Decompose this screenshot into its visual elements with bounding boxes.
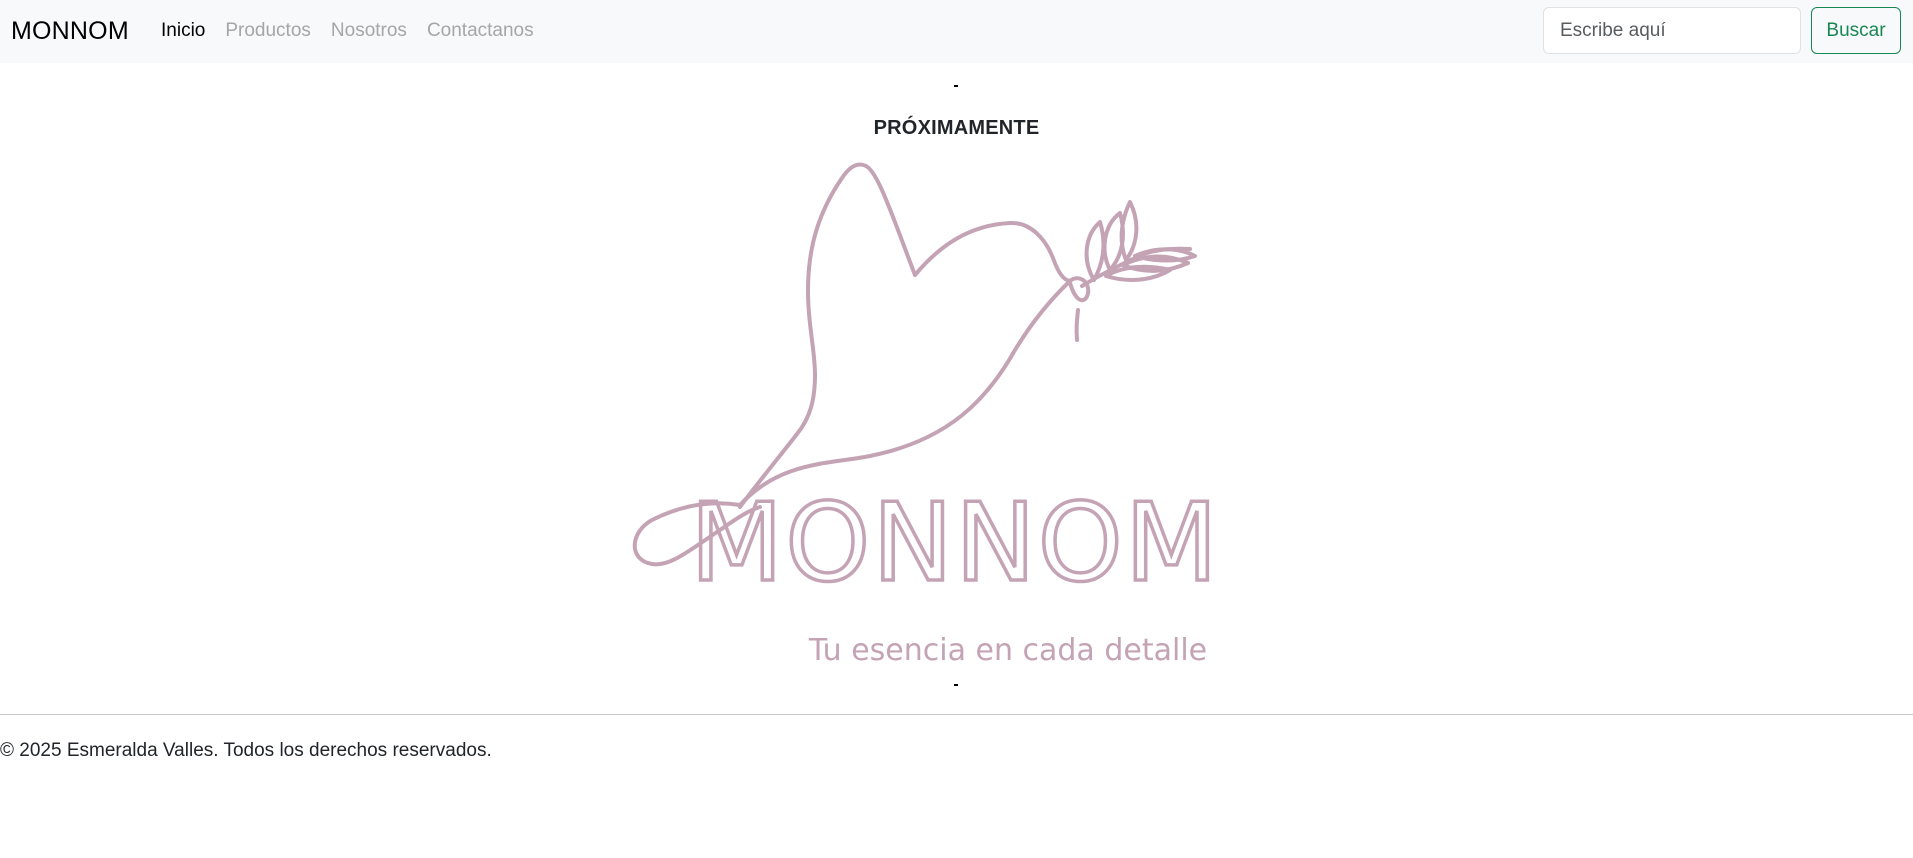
nav-link-nosotros[interactable]: Nosotros: [331, 18, 407, 44]
divider-dot: [954, 85, 958, 87]
dove-with-olive-branch-icon: MONNOM Tu esencia en cada detalle: [632, 162, 1220, 668]
brand-logo: MONNOM Tu esencia en cada detalle: [630, 150, 1280, 670]
nav-link-inicio[interactable]: Inicio: [161, 18, 205, 44]
page-heading: PRÓXIMAMENTE: [873, 117, 1040, 139]
footer-copyright: © 2025 Esmeralda Valles. Todos los derec…: [0, 740, 492, 761]
footer-divider: [0, 714, 1913, 715]
divider-dot: [954, 684, 958, 686]
brand-link[interactable]: MONNOM: [11, 14, 129, 48]
nav-link-productos[interactable]: Productos: [225, 18, 311, 44]
search-button[interactable]: Buscar: [1811, 7, 1901, 54]
logo-wordmark: MONNOM: [690, 481, 1220, 606]
nav-links: Inicio Productos Nosotros Contactanos: [161, 18, 554, 44]
search-input[interactable]: [1543, 7, 1801, 54]
navbar: MONNOM Inicio Productos Nosotros Contact…: [0, 0, 1913, 63]
logo-tagline: Tu esencia en cada detalle: [808, 633, 1207, 668]
nav-link-contactanos[interactable]: Contactanos: [427, 18, 534, 44]
